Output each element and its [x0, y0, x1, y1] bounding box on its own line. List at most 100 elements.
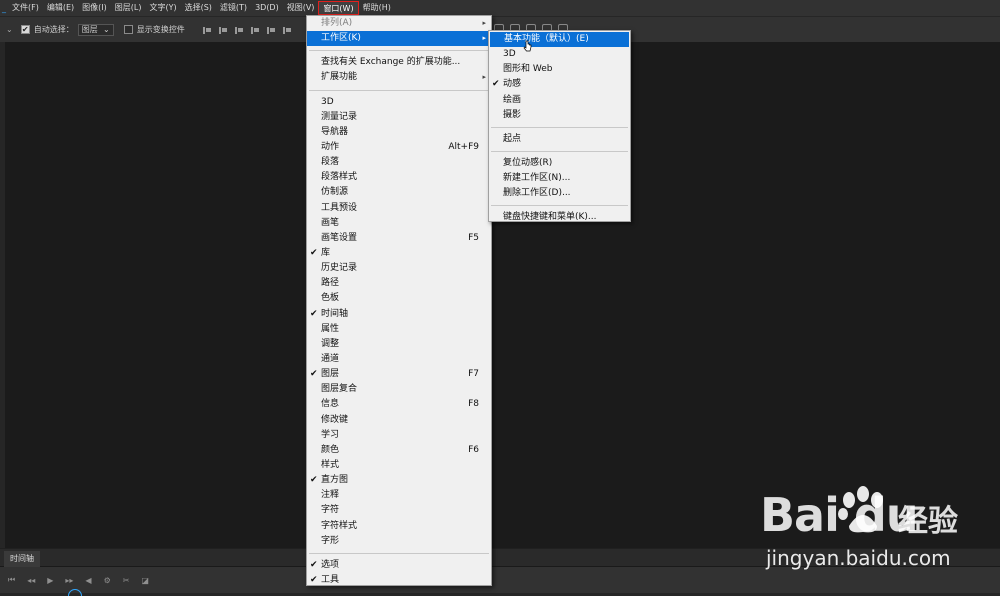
- window-menu-item-35[interactable]: 字形: [307, 534, 491, 549]
- workspace-submenu-item-2[interactable]: 图形和 Web: [489, 62, 630, 77]
- window-menu-item-label: 字符: [321, 505, 340, 516]
- window-menu-item-label: 画笔: [321, 217, 340, 228]
- window-menu-item-18[interactable]: 路径: [307, 276, 491, 291]
- window-menu-item-15[interactable]: 画笔设置 F5: [307, 231, 491, 246]
- window-menu-item-label: 样式: [321, 459, 340, 470]
- prev-frame-icon[interactable]: ◂◂: [27, 576, 35, 585]
- settings-gear-icon[interactable]: ⚙: [104, 576, 111, 585]
- transition-icon[interactable]: ◪: [141, 576, 149, 585]
- workspace-submenu-item-1[interactable]: 3D: [489, 47, 630, 62]
- play-icon[interactable]: ▶: [47, 576, 53, 585]
- window-menu-item-11[interactable]: 段落样式: [307, 170, 491, 185]
- window-menu-item-12[interactable]: 仿制源: [307, 185, 491, 200]
- window-menu-item-37[interactable]: ✔ 选项: [307, 558, 491, 573]
- workspace-submenu-item-13[interactable]: 键盘快捷键和菜单(K)...: [489, 210, 630, 225]
- menubar-item-10[interactable]: 帮助(H): [359, 1, 395, 15]
- window-menu-item-22[interactable]: 调整: [307, 337, 491, 352]
- window-menu-item-6[interactable]: 3D: [307, 95, 491, 110]
- window-menu-item-label: 路径: [321, 278, 340, 289]
- menubar-item-9[interactable]: 窗口(W): [318, 1, 359, 15]
- window-menu-item-8[interactable]: 导航器: [307, 125, 491, 140]
- workspace-submenu-item-3[interactable]: ✔ 动感: [489, 77, 630, 92]
- workspace-submenu-item-5[interactable]: 摄影: [489, 108, 630, 123]
- align-vcenter-icon[interactable]: [218, 25, 228, 35]
- menubar-item-8[interactable]: 视图(V): [283, 1, 319, 15]
- menubar-item-5[interactable]: 选择(S): [181, 1, 216, 15]
- toolbar-edge: [0, 42, 5, 548]
- window-menu-item-label: 查找有关 Exchange 的扩展功能...: [321, 57, 461, 68]
- align-left-icon[interactable]: [250, 25, 260, 35]
- shortcut-label: F7: [468, 369, 479, 380]
- tool-preset-chevron-icon[interactable]: ⌄: [6, 25, 13, 34]
- window-menu-item-label: 选项: [321, 559, 340, 570]
- menubar-item-1[interactable]: 编辑(E): [43, 1, 78, 15]
- window-menu-item-29[interactable]: 颜色 F6: [307, 443, 491, 458]
- window-menu-item-10[interactable]: 段落: [307, 155, 491, 170]
- window-menu-item-30[interactable]: 样式: [307, 458, 491, 473]
- menubar-item-3[interactable]: 图层(L): [111, 1, 146, 15]
- mouse-cursor-icon: [523, 40, 532, 52]
- window-menu-item-label: 工作区(K): [321, 33, 361, 44]
- window-menu-item-26[interactable]: 信息 F8: [307, 397, 491, 412]
- menu-separator: [309, 89, 489, 91]
- timeline-tab[interactable]: 时间轴: [4, 551, 40, 567]
- align-bottom-icon[interactable]: [234, 25, 244, 35]
- check-icon: ✔: [310, 574, 318, 585]
- window-menu-item-21[interactable]: 属性: [307, 322, 491, 337]
- window-menu-item-1[interactable]: 工作区(K) ▸: [307, 31, 491, 47]
- window-menu-item-28[interactable]: 学习: [307, 428, 491, 443]
- window-menu-item-label: 图层复合: [321, 384, 358, 395]
- window-menu-item-13[interactable]: 工具预设: [307, 201, 491, 216]
- show-transform-checkbox[interactable]: [123, 25, 133, 34]
- submenu-arrow-icon: ▸: [482, 73, 486, 82]
- window-menu-item-3[interactable]: 查找有关 Exchange 的扩展功能...: [307, 55, 491, 70]
- window-menu-item-25[interactable]: 图层复合: [307, 382, 491, 397]
- workspace-submenu-item-4[interactable]: 绘画: [489, 93, 630, 108]
- window-menu-item-38[interactable]: ✔ 工具: [307, 573, 491, 588]
- align-hcenter-icon[interactable]: [266, 25, 276, 35]
- menubar-item-7[interactable]: 3D(D): [251, 1, 283, 15]
- auto-select-checkbox[interactable]: ✔: [20, 25, 30, 34]
- menubar-item-2[interactable]: 图像(I): [78, 1, 111, 15]
- shortcut-label: F6: [468, 444, 479, 455]
- submenu-arrow-icon: ▸: [482, 19, 486, 27]
- auto-select-dropdown[interactable]: 图层 ⌄: [77, 23, 114, 36]
- window-menu-item-34[interactable]: 字符样式: [307, 519, 491, 534]
- window-menu-item-27[interactable]: 修改键: [307, 413, 491, 428]
- window-menu-item-31[interactable]: ✔ 直方图: [307, 473, 491, 488]
- window-menu-item-16[interactable]: ✔ 库: [307, 246, 491, 261]
- window-menu-item-label: 注释: [321, 490, 340, 501]
- next-frame-icon[interactable]: ▸▸: [65, 576, 73, 585]
- window-menu-item-9[interactable]: 动作 Alt+F9: [307, 140, 491, 155]
- align-right-icon[interactable]: [282, 25, 292, 35]
- workspace-submenu-item-0[interactable]: 基本功能（默认）(E): [490, 32, 629, 48]
- window-menu-item-32[interactable]: 注释: [307, 488, 491, 503]
- window-menu-item-23[interactable]: 通道: [307, 352, 491, 367]
- menubar-item-4[interactable]: 文字(Y): [145, 1, 180, 15]
- split-scissors-icon[interactable]: ✂: [123, 576, 130, 585]
- workspace-submenu-item-9[interactable]: 复位动感(R): [489, 156, 630, 171]
- window-menu-item-14[interactable]: 画笔: [307, 216, 491, 231]
- window-menu-item-label: 直方图: [321, 475, 349, 486]
- audio-icon[interactable]: ◀: [85, 576, 91, 585]
- window-menu-item-0[interactable]: 排列(A) ▸: [307, 16, 491, 31]
- workspace-submenu-item-7[interactable]: 起点: [489, 132, 630, 147]
- menu-separator: [309, 552, 489, 554]
- window-menu-item-33[interactable]: 字符: [307, 503, 491, 518]
- window-menu-item-4[interactable]: 扩展功能 ▸: [307, 70, 491, 85]
- window-menu-item-24[interactable]: ✔ 图层 F7: [307, 367, 491, 382]
- window-menu-item-17[interactable]: 历史记录: [307, 261, 491, 276]
- window-menu-item-label: 导航器: [321, 126, 349, 137]
- menubar-item-6[interactable]: 滤镜(T): [216, 1, 251, 15]
- workspace-submenu-item-11[interactable]: 删除工作区(D)...: [489, 186, 630, 201]
- first-frame-icon[interactable]: ⏮: [8, 575, 15, 585]
- baidu-paw-icon: [838, 486, 883, 533]
- window-menu-item-19[interactable]: 色板: [307, 291, 491, 306]
- window-menu-item-label: 历史记录: [321, 263, 358, 274]
- workspace-submenu-item-10[interactable]: 新建工作区(N)...: [489, 171, 630, 186]
- window-menu-item-20[interactable]: ✔ 时间轴: [307, 307, 491, 322]
- timeline-playhead[interactable]: [68, 589, 82, 596]
- menubar-item-0[interactable]: 文件(F): [8, 1, 43, 15]
- window-menu-item-7[interactable]: 测量记录: [307, 110, 491, 125]
- align-top-icon[interactable]: [202, 25, 212, 35]
